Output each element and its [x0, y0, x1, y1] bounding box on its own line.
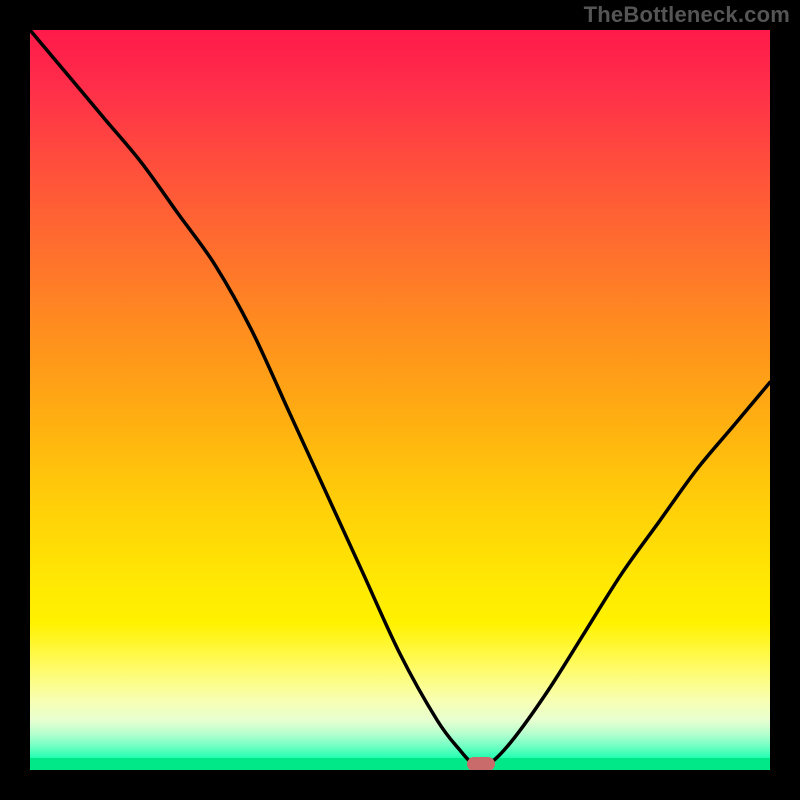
chart-frame: TheBottleneck.com — [0, 0, 800, 800]
curve-path — [30, 30, 770, 766]
watermark-text: TheBottleneck.com — [584, 2, 790, 28]
plot-area — [30, 30, 770, 770]
optimal-point-marker — [467, 757, 495, 770]
bottleneck-curve — [30, 30, 770, 770]
